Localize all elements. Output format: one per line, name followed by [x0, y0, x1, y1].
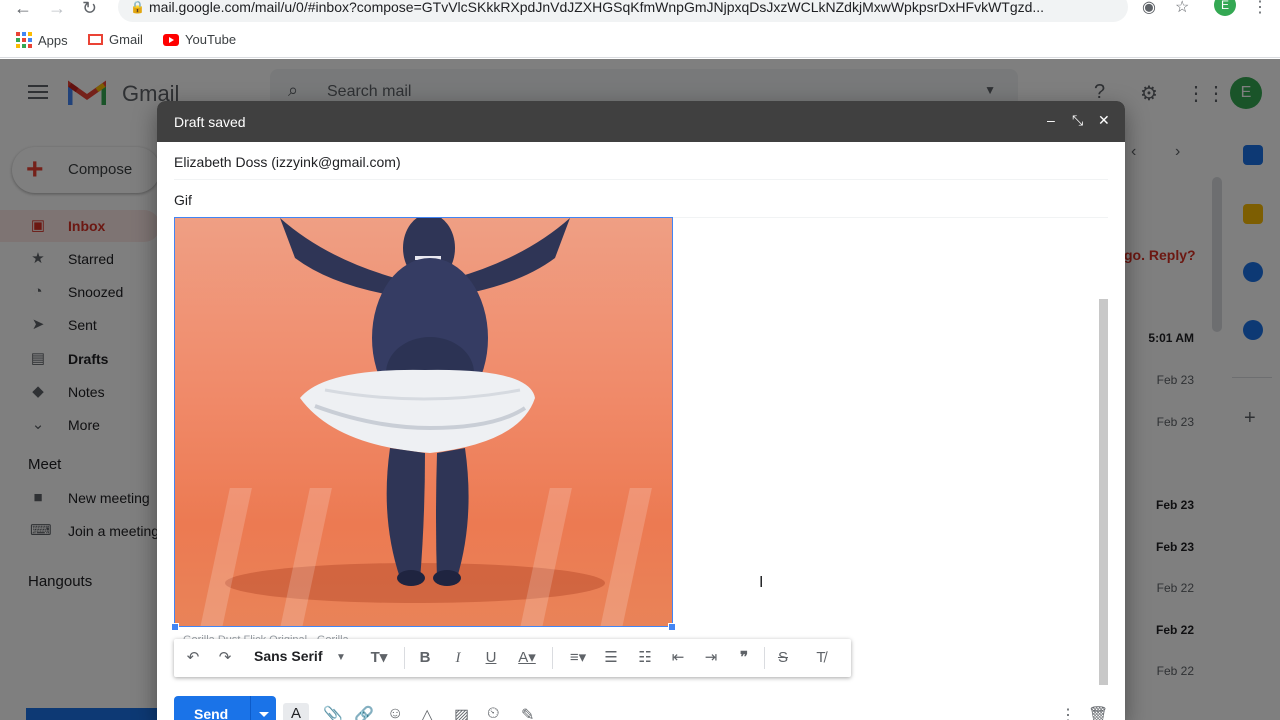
send-button[interactable]: Send — [174, 696, 250, 720]
lock-icon[interactable]: 🔒 — [130, 0, 145, 14]
bookmarks-bar: Apps Gmail YouTube — [0, 24, 1280, 58]
text-color-icon[interactable]: A▾ — [512, 647, 542, 669]
more-options-icon[interactable]: ⋮ — [1060, 705, 1076, 720]
redo-icon[interactable]: ↷ — [214, 647, 236, 669]
recipient-chip[interactable]: Elizabeth Doss (izzyink@gmail.com) — [174, 154, 401, 170]
subject-field[interactable]: Gif — [174, 180, 1108, 218]
gorilla-figure — [280, 218, 570, 586]
remove-formatting-icon[interactable]: T̸ — [810, 647, 832, 669]
quote-icon[interactable]: ❞ — [733, 647, 755, 669]
emoji-icon[interactable]: ☺ — [387, 705, 403, 720]
bold-icon[interactable]: B — [414, 647, 436, 669]
numbered-list-icon[interactable]: ☰ — [600, 647, 622, 669]
formatting-toolbar: ↶ ↷ Sans Serif ▼ T▾ B I U A▾ ≡▾ ☰ ☷ ⇤ ⇥ … — [174, 639, 851, 677]
insert-link-icon[interactable]: 🔗 — [354, 705, 374, 720]
gmail-mini-icon — [88, 34, 103, 45]
schedule-send-button[interactable] — [250, 696, 276, 720]
strikethrough-icon[interactable]: S — [772, 647, 794, 669]
confidential-mode-icon[interactable]: ⏲ — [487, 705, 499, 720]
text-cursor-icon: I — [759, 574, 764, 591]
indent-less-icon[interactable]: ⇤ — [667, 647, 689, 669]
indent-more-icon[interactable]: ⇥ — [700, 647, 722, 669]
discard-draft-trash-icon[interactable]: 🗑 — [1088, 705, 1108, 720]
attach-file-icon[interactable]: 📎 — [323, 705, 343, 720]
gorilla-tutu-gif[interactable] — [174, 217, 673, 627]
subject-input[interactable]: Gif — [174, 192, 192, 208]
compose-dialog: Draft saved – ⤡ ✕ Elizabeth Doss (izzyin… — [157, 101, 1125, 720]
bookmark-gmail[interactable]: Gmail — [88, 32, 143, 47]
undo-icon[interactable]: ↶ — [182, 647, 204, 669]
signature-pen-icon[interactable]: ✎ — [521, 705, 534, 720]
send-label: Send — [194, 706, 229, 720]
drive-icon[interactable]: △ — [421, 705, 433, 720]
toolbar-divider — [764, 647, 765, 669]
to-field[interactable]: Elizabeth Doss (izzyink@gmail.com) — [174, 142, 1108, 180]
bookmark-label: Apps — [38, 32, 68, 48]
bookmark-label: Gmail — [109, 32, 143, 47]
tracking-icon[interactable]: ◉ — [1142, 0, 1156, 17]
text-size-icon[interactable]: T▾ — [362, 647, 396, 669]
toolbar-divider — [552, 647, 553, 669]
compose-header[interactable]: Draft saved – ⤡ ✕ — [157, 101, 1125, 142]
url-text[interactable]: mail.google.com/mail/u/0/#inbox?compose=… — [149, 0, 1124, 15]
font-select[interactable]: Sans Serif — [254, 648, 322, 664]
bookmark-youtube[interactable]: YouTube — [163, 32, 236, 47]
underline-icon[interactable]: U — [480, 647, 502, 669]
forward-icon[interactable]: → — [48, 0, 66, 19]
formatting-options-icon[interactable]: A — [283, 703, 309, 720]
bulleted-list-icon[interactable]: ☷ — [634, 647, 656, 669]
apps-grid-icon — [16, 32, 32, 48]
back-icon[interactable]: ← — [14, 0, 32, 19]
exit-fullscreen-icon[interactable]: ⤡ — [1072, 112, 1083, 129]
italic-icon[interactable]: I — [447, 647, 469, 669]
align-icon[interactable]: ≡▾ — [562, 647, 594, 669]
youtube-icon — [163, 33, 179, 46]
bookmark-apps[interactable]: Apps — [16, 32, 68, 48]
chrome-menu-icon[interactable]: ⋮ — [1252, 0, 1268, 17]
reload-icon[interactable]: ↻ — [82, 0, 97, 19]
profile-avatar[interactable]: E — [1214, 0, 1236, 16]
chevron-down-icon[interactable]: ▼ — [334, 647, 348, 669]
compose-title: Draft saved — [174, 114, 246, 130]
toolbar-divider — [404, 647, 405, 669]
bookmark-star-icon[interactable]: ☆ — [1175, 0, 1189, 17]
minimize-icon[interactable]: – — [1047, 112, 1055, 128]
compose-scrollbar[interactable] — [1099, 299, 1108, 685]
close-icon[interactable]: ✕ — [1098, 112, 1110, 129]
image-resize-handle[interactable] — [668, 623, 676, 631]
browser-address-row: ← → ↻ 🔒 mail.google.com/mail/u/0/#inbox?… — [0, 0, 1280, 24]
insert-photo-icon[interactable]: ▨ — [454, 705, 469, 720]
image-resize-handle[interactable] — [171, 623, 179, 631]
bookmark-label: YouTube — [185, 32, 237, 47]
